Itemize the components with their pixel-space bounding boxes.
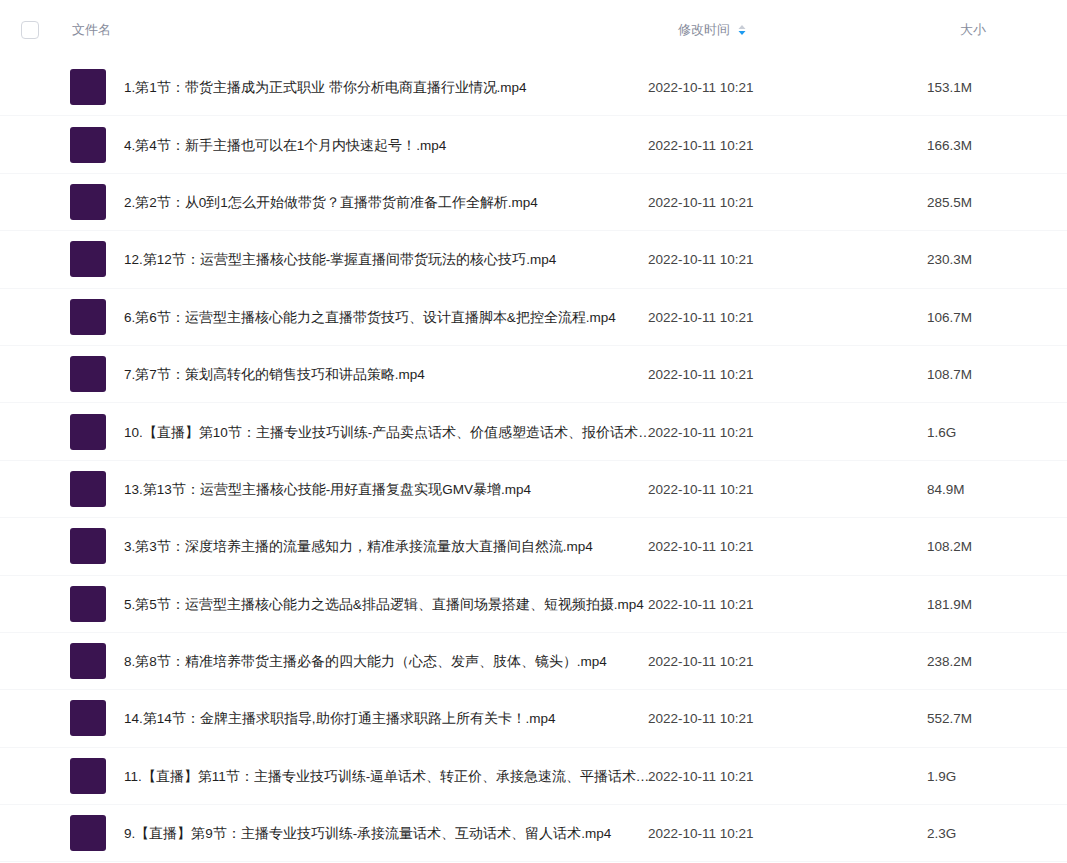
modified-time: 2022-10-11 10:21	[648, 539, 754, 554]
file-size: 181.9M	[927, 597, 972, 612]
file-row[interactable]: 8.第8节：精准培养带货主播必备的四大能力（心态、发声、肢体、镜头）.mp4 20…	[0, 633, 1067, 690]
file-size: 238.2M	[927, 654, 972, 669]
modified-time: 2022-10-11 10:21	[648, 654, 754, 669]
file-row[interactable]: 13.第13节：运营型主播核心技能-用好直播复盘实现GMV暴增.mp4 2022-…	[0, 461, 1067, 518]
video-thumbnail	[70, 586, 106, 622]
video-thumbnail	[70, 241, 106, 277]
video-thumbnail	[70, 700, 106, 736]
modified-time: 2022-10-11 10:21	[648, 367, 754, 382]
modified-time: 2022-10-11 10:21	[648, 252, 754, 267]
column-header[interactable]: 大小	[960, 20, 986, 40]
video-thumbnail	[70, 528, 106, 564]
file-size: 153.1M	[927, 80, 972, 95]
file-size: 1.9G	[927, 769, 956, 784]
video-thumbnail	[70, 69, 106, 105]
file-row[interactable]: 9.【直播】第9节：主播专业技巧训练-承接流量话术、互动话术、留人话术.mp4 2…	[0, 805, 1067, 862]
column-header[interactable]: 文件名	[72, 20, 111, 40]
file-row[interactable]: 5.第5节：运营型主播核心能力之选品&排品逻辑、直播间场景搭建、短视频拍摄.mp…	[0, 576, 1067, 633]
file-size: 108.7M	[927, 367, 972, 382]
file-name[interactable]: 12.第12节：运营型主播核心技能-掌握直播间带货玩法的核心技巧.mp4	[124, 252, 556, 267]
file-size: 2.3G	[927, 826, 956, 841]
file-name[interactable]: 1.第1节：带货主播成为正式职业 带你分析电商直播行业情况.mp4	[124, 80, 527, 95]
modified-time: 2022-10-11 10:21	[648, 195, 754, 210]
list-header: 文件名 修改时间 大小	[0, 0, 1067, 59]
modified-time: 2022-10-11 10:21	[648, 826, 754, 841]
file-size: 108.2M	[927, 539, 972, 554]
modified-time: 2022-10-11 10:21	[648, 769, 754, 784]
file-row[interactable]: 6.第6节：运营型主播核心能力之直播带货技巧、设计直播脚本&把控全流程.mp4 2…	[0, 289, 1067, 346]
file-name[interactable]: 7.第7节：策划高转化的销售技巧和讲品策略.mp4	[124, 367, 425, 382]
modified-time: 2022-10-11 10:21	[648, 597, 754, 612]
file-name[interactable]: 2.第2节：从0到1怎么开始做带货？直播带货前准备工作全解析.mp4	[124, 195, 538, 210]
file-name[interactable]: 10.【直播】第10节：主播专业技巧训练-产品卖点话术、价值感塑造话术、报价话术…	[124, 425, 652, 440]
video-thumbnail	[70, 758, 106, 794]
file-name[interactable]: 4.第4节：新手主播也可以在1个月内快速起号！.mp4	[124, 138, 446, 153]
file-row[interactable]: 1.第1节：带货主播成为正式职业 带你分析电商直播行业情况.mp4 2022-10…	[0, 59, 1067, 116]
video-thumbnail	[70, 299, 106, 335]
video-thumbnail	[70, 356, 106, 392]
select-all-checkbox[interactable]	[21, 21, 39, 39]
file-size: 84.9M	[927, 482, 965, 497]
file-row[interactable]: 12.第12节：运营型主播核心技能-掌握直播间带货玩法的核心技巧.mp4 2022…	[0, 231, 1067, 288]
file-size: 106.7M	[927, 310, 972, 325]
file-size: 552.7M	[927, 711, 972, 726]
video-thumbnail	[70, 815, 106, 851]
file-row[interactable]: 10.【直播】第10节：主播专业技巧训练-产品卖点话术、价值感塑造话术、报价话术…	[0, 403, 1067, 460]
modified-time: 2022-10-11 10:21	[648, 711, 754, 726]
file-row[interactable]: 4.第4节：新手主播也可以在1个月内快速起号！.mp4 2022-10-11 10…	[0, 116, 1067, 173]
sort-icon[interactable]	[738, 24, 746, 36]
column-header[interactable]: 修改时间	[678, 20, 746, 40]
file-list: 文件名 修改时间 大小 1.第1节：带货主播成为正式职业 带你分析电商直播行业情况.m…	[0, 0, 1067, 863]
file-name[interactable]: 9.【直播】第9节：主播专业技巧训练-承接流量话术、互动话术、留人话术.mp4	[124, 826, 611, 841]
file-name[interactable]: 13.第13节：运营型主播核心技能-用好直播复盘实现GMV暴增.mp4	[124, 482, 531, 497]
video-thumbnail	[70, 414, 106, 450]
file-name[interactable]: 5.第5节：运营型主播核心能力之选品&排品逻辑、直播间场景搭建、短视频拍摄.mp…	[124, 597, 644, 612]
file-name[interactable]: 14.第14节：金牌主播求职指导,助你打通主播求职路上所有关卡！.mp4	[124, 711, 556, 726]
video-thumbnail	[70, 127, 106, 163]
file-size: 285.5M	[927, 195, 972, 210]
video-thumbnail	[70, 643, 106, 679]
file-row[interactable]: 2.第2节：从0到1怎么开始做带货？直播带货前准备工作全解析.mp4 2022-1…	[0, 174, 1067, 231]
file-size: 230.3M	[927, 252, 972, 267]
file-row[interactable]: 3.第3节：深度培养主播的流量感知力，精准承接流量放大直播间自然流.mp4 202…	[0, 518, 1067, 575]
file-row[interactable]: 14.第14节：金牌主播求职指导,助你打通主播求职路上所有关卡！.mp4 2022…	[0, 690, 1067, 747]
file-name[interactable]: 3.第3节：深度培养主播的流量感知力，精准承接流量放大直播间自然流.mp4	[124, 539, 593, 554]
file-name[interactable]: 8.第8节：精准培养带货主播必备的四大能力（心态、发声、肢体、镜头）.mp4	[124, 654, 607, 669]
modified-time: 2022-10-11 10:21	[648, 482, 754, 497]
file-size: 166.3M	[927, 138, 972, 153]
modified-time: 2022-10-11 10:21	[648, 425, 754, 440]
modified-time: 2022-10-11 10:21	[648, 138, 754, 153]
file-name[interactable]: 11.【直播】第11节：主播专业技巧训练-逼单话术、转正价、承接急速流、平播话术…	[124, 769, 654, 784]
modified-time: 2022-10-11 10:21	[648, 310, 754, 325]
video-thumbnail	[70, 471, 106, 507]
modified-time: 2022-10-11 10:21	[648, 80, 754, 95]
file-size: 1.6G	[927, 425, 956, 440]
video-thumbnail	[70, 184, 106, 220]
file-row[interactable]: 11.【直播】第11节：主播专业技巧训练-逼单话术、转正价、承接急速流、平播话术…	[0, 748, 1067, 805]
file-row[interactable]: 7.第7节：策划高转化的销售技巧和讲品策略.mp4 2022-10-11 10:2…	[0, 346, 1067, 403]
file-name[interactable]: 6.第6节：运营型主播核心能力之直播带货技巧、设计直播脚本&把控全流程.mp4	[124, 310, 616, 325]
